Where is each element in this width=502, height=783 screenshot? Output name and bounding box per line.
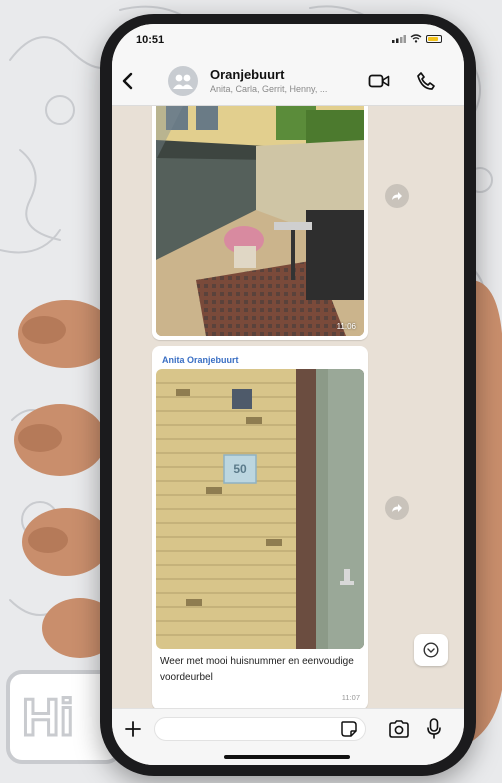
back-button[interactable]: [116, 68, 138, 94]
message-input-bar: [112, 708, 464, 765]
signal-icon: [392, 34, 406, 43]
forward-icon: [392, 192, 402, 200]
wifi-icon: [410, 34, 422, 43]
status-icons: [392, 34, 442, 43]
message-input[interactable]: [154, 717, 366, 741]
scroll-to-bottom-button[interactable]: [414, 634, 448, 666]
message-time: 11:06: [336, 322, 356, 331]
brick-wall-image: [156, 369, 364, 649]
attach-button[interactable]: [122, 718, 144, 740]
chat-participants[interactable]: Anita, Carla, Gerrit, Henny, ...: [210, 84, 360, 94]
chat-area[interactable]: 11:06 Anita Oranjebuurt 50 Weer met mooi…: [112, 106, 464, 708]
chevron-left-icon: [122, 72, 133, 90]
camera-button[interactable]: [388, 719, 410, 739]
message-time: 11:07: [341, 693, 360, 702]
balcony-photo[interactable]: 11:06: [156, 106, 364, 336]
chat-title[interactable]: Oranjebuurt: [210, 67, 284, 82]
sticker-button[interactable]: [340, 720, 358, 738]
house-number-photo[interactable]: 50: [156, 369, 364, 649]
plus-icon: [125, 721, 141, 737]
microphone-button[interactable]: [426, 717, 442, 741]
status-bar: 10:51: [112, 24, 464, 58]
forward-button[interactable]: [385, 496, 409, 520]
voice-call-button[interactable]: [416, 71, 436, 91]
image-message[interactable]: 11:06: [152, 106, 368, 340]
group-avatar-icon: [173, 74, 193, 89]
sender-name[interactable]: Anita Oranjebuurt: [156, 350, 364, 369]
group-avatar[interactable]: [168, 66, 198, 96]
status-time: 10:51: [136, 34, 165, 46]
chat-header: Oranjebuurt Anita, Carla, Gerrit, Henny,…: [112, 58, 464, 106]
chevron-down-icon: [423, 642, 439, 658]
message-caption[interactable]: Weer met mooi huisnummer en eenvoudige v…: [156, 649, 364, 685]
balcony-image: [156, 106, 364, 336]
forward-icon: [392, 504, 402, 512]
forward-button[interactable]: [385, 184, 409, 208]
phone-screen: 10:51 Oranjebuurt Anita, Carla, Gerrit, …: [112, 24, 464, 765]
house-number-plate: 50: [233, 462, 247, 476]
video-call-button[interactable]: [368, 72, 390, 90]
home-indicator[interactable]: [224, 755, 350, 759]
image-message-with-caption[interactable]: Anita Oranjebuurt 50 Weer met mooi huisn…: [152, 346, 368, 708]
battery-icon: [426, 34, 442, 43]
